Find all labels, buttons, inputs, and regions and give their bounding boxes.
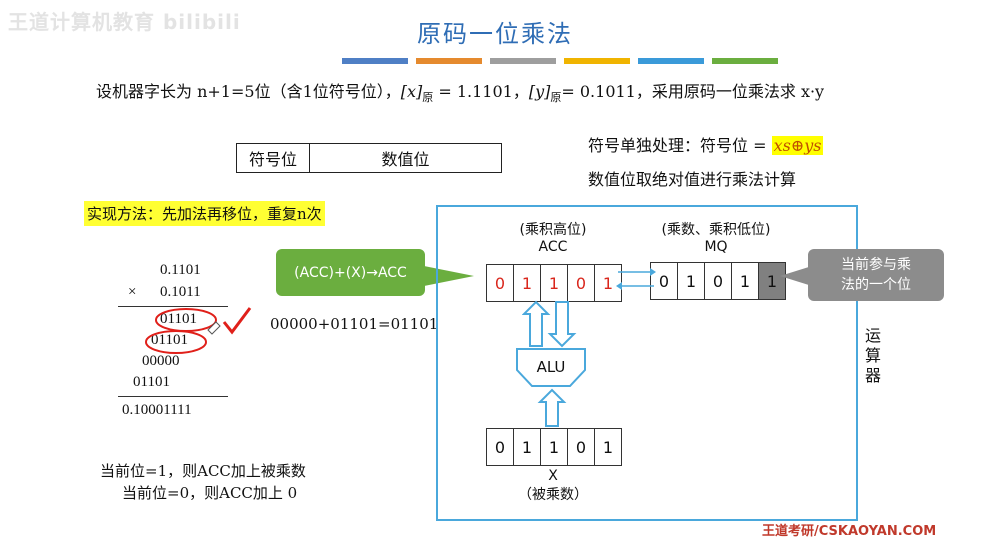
y-sub: 原 [550, 91, 562, 105]
check-mark [222, 307, 252, 335]
acc-caption: (乘积高位) ACC [486, 219, 620, 255]
acc-operation-callout: (ACC)+(X)→ACC [276, 249, 425, 296]
acc-bit: 1 [541, 265, 568, 301]
x-bit: 1 [602, 437, 614, 457]
footer-brand: 王道考研/CSKAOYAN.COM [762, 524, 937, 539]
current-bit-callout-line1: 当前参与乘 [841, 257, 911, 273]
sign-note: 符号单独处理：符号位 = xs⊕ys [588, 132, 824, 156]
red-annotations [145, 307, 252, 354]
problem-statement: 设机器字长为 n+1=5位（含1位符号位），[x]原 = 1.1101，[y]原… [96, 78, 824, 105]
acc-equation: 00000+01101=01101 [270, 315, 439, 333]
alu-label: ALU [536, 358, 566, 376]
acc-register: 0 1 1 0 1 [486, 264, 622, 302]
color-segment-1 [342, 58, 408, 64]
mq-register: 0 1 0 1 1 [650, 262, 786, 300]
acc-mq-arrows [616, 268, 656, 290]
note-bit-one: 当前位=1，则ACC加上被乘数 [100, 462, 306, 480]
multiplier: 0.1011 [160, 284, 201, 300]
current-bit-callout-line2: 法的一个位 [841, 277, 911, 293]
acc-bit: 1 [514, 265, 541, 301]
page-title: 原码一位乘法 [417, 20, 573, 48]
times-sign: × [128, 284, 137, 300]
sign-bit-cell: 符号位 [237, 144, 310, 172]
x-bit: 0 [568, 429, 595, 465]
x-label: [x] [400, 82, 423, 101]
circle-mark-2 [145, 330, 207, 354]
acc-caption-2: ACC [538, 239, 568, 255]
result: 0.10001111 [122, 402, 192, 418]
color-segment-6 [712, 58, 778, 64]
color-segment-4 [564, 58, 630, 64]
partial-4: 01101 [133, 374, 170, 390]
unit-label-char: 运 [864, 326, 881, 345]
y-value: = 0.1011， [561, 82, 652, 101]
circle-mark-1 [155, 308, 217, 332]
mq-caption: (乘数、乘积低位) MQ [628, 219, 804, 255]
method-highlight: 实现方法：先加法再移位，重复n次 [84, 201, 325, 226]
title-color-bar [342, 58, 778, 64]
x-register: 0 1 1 0 1 [486, 428, 622, 466]
x-caption-2: （被乘数） [518, 487, 588, 503]
unit-label-char: 算 [864, 346, 881, 365]
color-segment-2 [416, 58, 482, 64]
format-table: 符号位 数值位 [236, 143, 502, 173]
x-caption: X （被乘数） [486, 468, 620, 504]
unit-label-char: 器 [864, 366, 881, 385]
color-segment-5 [638, 58, 704, 64]
x-alu-arrow [537, 388, 567, 427]
mq-bit: 0 [705, 263, 732, 299]
problem-prefix: 设机器字长为 n+1=5位（含1位符号位）， [96, 82, 401, 101]
acc-bit: 0 [568, 265, 595, 301]
mq-bit: 1 [732, 263, 759, 299]
acc-caption-1: (乘积高位) [519, 222, 587, 238]
pencil-cursor-icon [207, 321, 221, 335]
mq-bit: 1 [678, 263, 705, 299]
x-sub: 原 [422, 91, 434, 105]
x-bit: 1 [514, 429, 541, 465]
color-segment-3 [490, 58, 556, 64]
mq-caption-2: MQ [704, 239, 728, 255]
x-value: = 1.1101， [433, 82, 529, 101]
sign-note-prefix: 符号单独处理：符号位 = [588, 136, 772, 155]
arithmetic-unit-label: 运 算 器 [864, 326, 882, 386]
sign-formula: xs⊕ys [771, 136, 824, 155]
x-bit: 1 [541, 429, 568, 465]
calc-line-2 [118, 396, 228, 397]
mq-caption-1: (乘数、乘积低位) [661, 222, 771, 238]
x-caption-1: X [548, 468, 558, 484]
acc-alu-arrows [522, 300, 577, 348]
x-bit: 0 [487, 429, 514, 465]
multiplicand: 0.1101 [160, 262, 201, 278]
note-bit-zero: 当前位=0，则ACC加上 0 [122, 484, 298, 502]
y-label: [y] [528, 82, 551, 101]
value-note: 数值位取绝对值进行乘法计算 [588, 170, 797, 189]
value-bits-cell: 数值位 [381, 150, 430, 169]
current-bit-callout: 当前参与乘 法的一个位 [808, 249, 944, 301]
problem-suffix: 采用原码一位乘法求 x·y [651, 82, 825, 101]
acc-bit: 0 [487, 265, 514, 301]
